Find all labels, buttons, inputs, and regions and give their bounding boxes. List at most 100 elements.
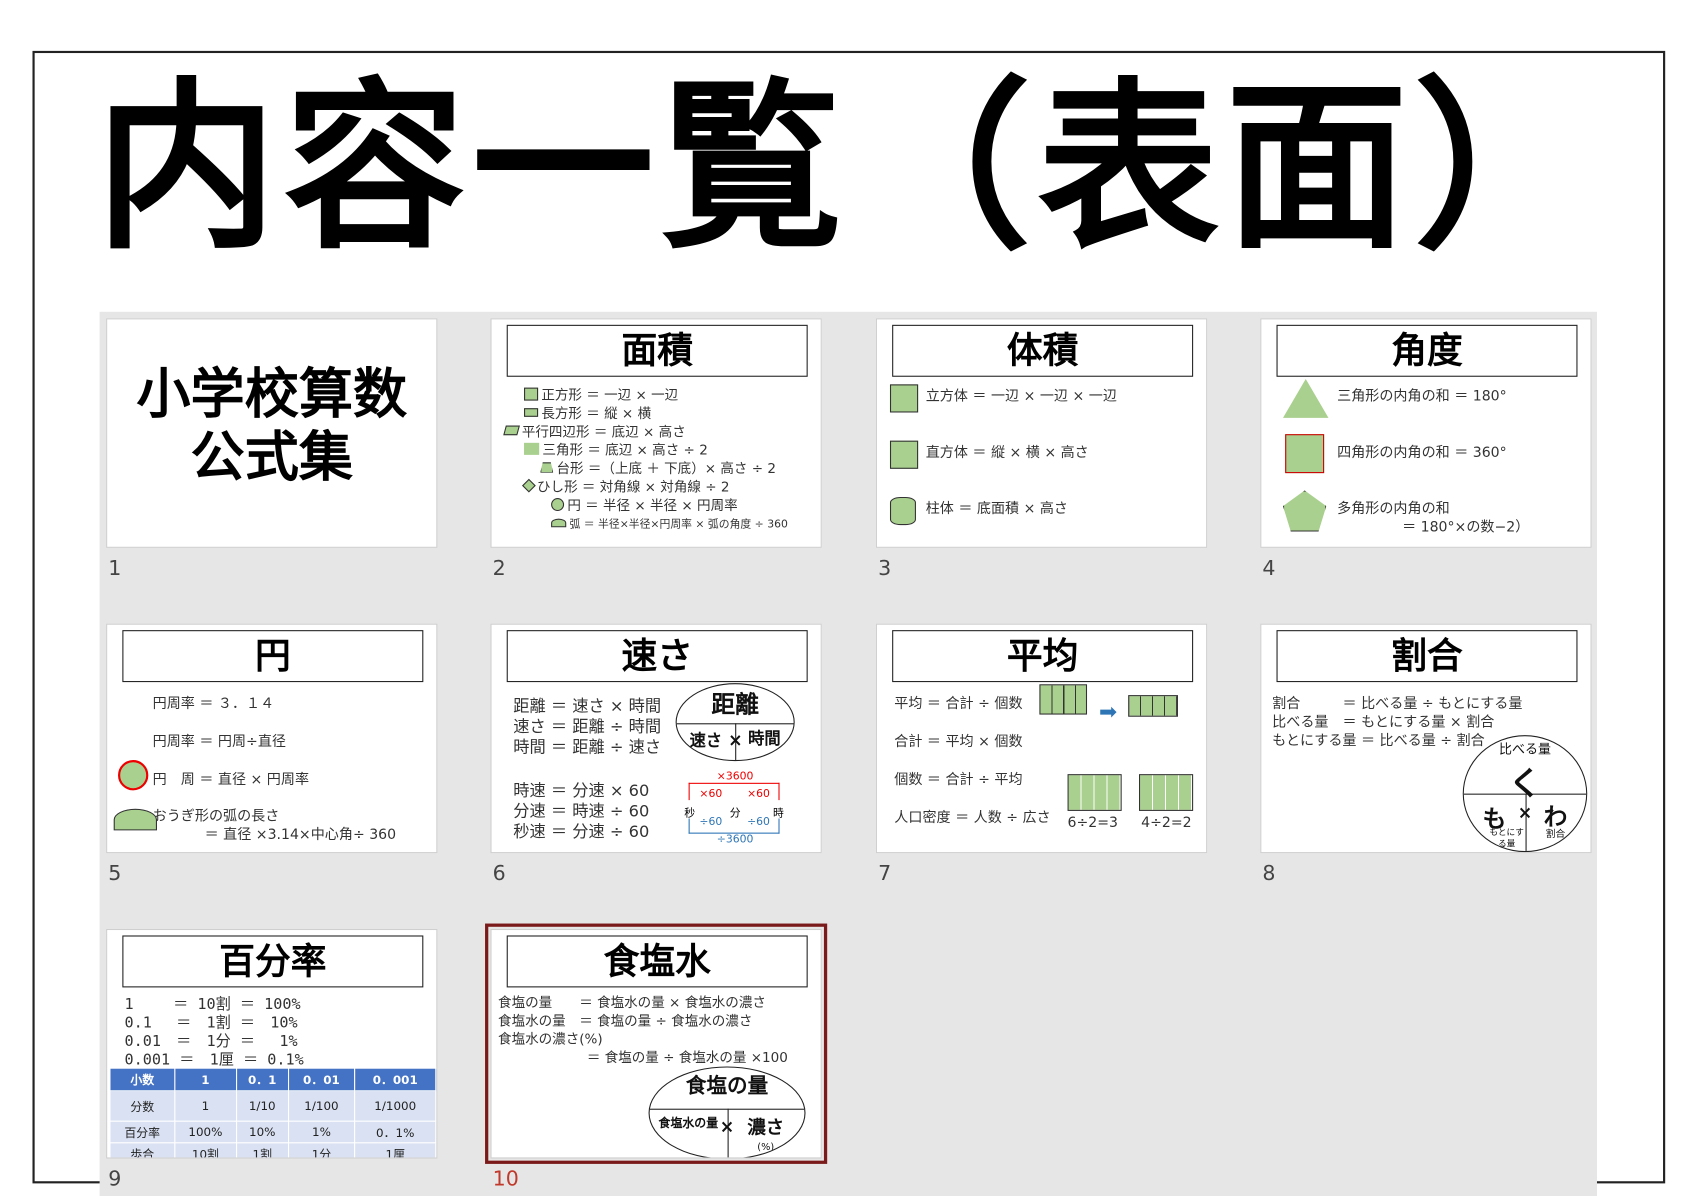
square-icon: [1285, 434, 1325, 474]
formula-circle-diagram: 距離 速さ 時間 ×: [675, 683, 795, 762]
slide-number: 4: [1262, 556, 1276, 581]
formula-list: 正方形 ＝ 一辺 × 一辺 長方形 ＝ 縦 × 横平行四辺形 ＝ 底辺 × 高さ三…: [503, 384, 788, 531]
slide-thumbnail-2[interactable]: 面積正方形 ＝ 一辺 × 一辺 長方形 ＝ 縦 × 横平行四辺形 ＝ 底辺 × 高…: [490, 318, 822, 548]
formula-text: 柱体 ＝ 底面積 × 高さ: [925, 501, 1069, 518]
table-cell: 分数: [109, 1090, 176, 1122]
formula-text: 合計 ＝ 平均 × 個数: [894, 734, 1023, 751]
pentagon-icon: [1282, 490, 1327, 532]
formula-text: 秒速 ＝ 分速 ÷ 60: [513, 821, 650, 842]
formula-line: 長方形 ＝ 縦 × 横: [524, 403, 761, 421]
formula-line: 秒速 ＝ 分速 ÷ 60: [513, 820, 649, 843]
formula-text: 距離 ＝ 速さ × 時間: [513, 696, 662, 716]
formula-line: 直方体 ＝ 縦 × 横 × 高さ: [926, 441, 1089, 461]
example-label: 6÷2=3: [1067, 815, 1119, 832]
table-cell: 1/100: [287, 1090, 356, 1122]
shape-icon: [551, 497, 565, 511]
formula-line: 時速 ＝ 分速 × 60: [513, 778, 649, 801]
multiply-icon: ×: [1517, 802, 1533, 824]
formula-text: 立方体 ＝ 一辺 × 一辺 × 一辺: [925, 388, 1117, 405]
table-cell: 0．1%: [354, 1120, 437, 1144]
formula-text: ＝ 180°×の数−2）: [1402, 519, 1530, 536]
slide-thumbnail-10[interactable]: 食塩水 食塩の量 ＝ 食塩水の量 × 食塩水の濃さ 食塩水の量 ＝ 食塩の量 ÷ 食…: [485, 923, 828, 1164]
formula-text: ＝ 食塩の量 ÷ 食塩水の量 ×100: [586, 1049, 788, 1066]
formula-text: 個数 ＝ 合計 ÷ 平均: [894, 771, 1023, 789]
slide-thumbnail-5[interactable]: 円円周率 ＝ ３．１４ 円周率 ＝ 円周÷直径円 周 ＝ 直径 × 円周率 おうぎ形…: [106, 623, 438, 854]
formula-line: 平均 ＝ 合計 ÷ 個数: [894, 692, 1022, 712]
slide-thumbnail-6[interactable]: 速さ距離 ＝ 速さ × 時間 速さ ＝ 距離 ÷ 時間 時間 ＝ 距離 ÷ 速さ 時速…: [490, 623, 822, 854]
cylinder-icon: [889, 496, 916, 526]
slide-thumbnail-4[interactable]: 角度 三角形の内角の和 ＝ 180° 四角形の内角の和 ＝ 360° 多角形の内角の和…: [1260, 318, 1592, 548]
slide-thumbnail-7[interactable]: 平均平均 ＝ 合計 ÷ 個数 合計 ＝ 平均 × 個数 個数 ＝ 合計 ÷ 平均人口…: [875, 623, 1208, 854]
formula-line: 平行四辺形 ＝ 底辺 × 高さ: [503, 421, 742, 440]
slide-thumbnail-1[interactable]: 小学校算数 公式集: [106, 318, 438, 548]
slide-sorter-panel[interactable]: 小学校算数 公式集 1 面積 正方形 ＝ 一辺 × 一辺 長方形 ＝ 縦 × 横平行四辺…: [99, 311, 1597, 1196]
circle-right: 時間: [748, 728, 781, 749]
slide-number: 9: [108, 1167, 122, 1191]
table-cell: 10%: [235, 1120, 289, 1144]
slide-thumbnail-9[interactable]: 百分率 1 ＝ 10割 ＝ 100% 0.1 ＝ 1割 ＝ 10% 0.01 ＝ 1分…: [106, 928, 438, 1159]
formula-text: 円 周 ＝ 直径 × 円周率: [152, 771, 310, 789]
circle-left: 食塩水の量: [658, 1116, 719, 1131]
population-grid-icon: [1067, 774, 1122, 811]
conversion-arrow-bottom: [688, 818, 780, 834]
table-row: 分数 1 1/10 1/100 1/1000: [109, 1090, 437, 1122]
formula-line: ＝ 食塩の量 ÷ 食塩水の量 ×100: [587, 1046, 788, 1067]
formula-line: 円 ＝ 半径 × 半径 × 円周率: [551, 495, 788, 513]
multiply-icon: ×: [719, 1115, 735, 1137]
table-cell: 1/1000: [354, 1090, 437, 1122]
table-row: 小数 1 0．1 0．01 0．001: [109, 1067, 437, 1092]
formula-text: 四角形の内角の和 ＝ 360°: [1337, 444, 1507, 462]
formula-line: 分速 ＝ 時速 ÷ 60: [513, 799, 649, 822]
cuboid-icon: [889, 440, 919, 469]
slide-thumbnail-3[interactable]: 体積 立方体 ＝ 一辺 × 一辺 × 一辺 直方体 ＝ 縦 × 横 × 高さ 柱体 ＝…: [875, 318, 1208, 548]
unit-label: 時: [773, 807, 784, 820]
slide-title: 百分率: [122, 935, 424, 988]
shape-icon: [524, 407, 539, 417]
slide-title: 面積: [506, 324, 808, 377]
cube-icon: [889, 384, 919, 413]
formula-line: 円 周 ＝ 直径 × 円周率: [152, 768, 310, 789]
formula-line: 三角形 ＝ 底辺 × 高さ ÷ 2: [524, 440, 761, 458]
block-grid-icon: [1128, 695, 1178, 717]
formula-line: 人口密度 ＝ 人数 ÷ 広さ: [894, 806, 1050, 826]
formula-text: 速さ ＝ 距離 ÷ 時間: [513, 716, 662, 737]
formula-line: 四角形の内角の和 ＝ 360°: [1337, 441, 1507, 462]
formula-line: 正方形 ＝ 一辺 × 一辺: [524, 384, 761, 403]
slide-title: 速さ: [506, 630, 808, 683]
slide-number: 8: [1262, 861, 1276, 886]
formula-circle-diagram: くもわ × 比べる量 もとにする量 割合: [1462, 735, 1588, 853]
shape-icon: [551, 518, 567, 527]
formula-line: 台形 ＝（上底 ＋ 下底）× 高さ ÷ 2: [540, 458, 777, 476]
conversion-arrow-top: [688, 782, 780, 801]
block-grid-icon: [1039, 684, 1088, 715]
formula-line: 合計 ＝ 平均 × 個数: [894, 730, 1023, 751]
arrow-right-icon: ➡: [1098, 698, 1118, 725]
slide-thumbnail-8[interactable]: 割合 割合 ＝ 比べる量 ÷ もとにする量 比べる量 ＝ もとにする量 × 割合 もと…: [1260, 623, 1592, 854]
slide-title: 平均: [892, 630, 1194, 683]
formula-line: 弧 ＝ 半径×半径×円周率 × 弧の角度 ÷ 360: [551, 513, 788, 531]
slide-number: 5: [108, 861, 122, 886]
formula-text: もとにする量 ＝ 比べる量 ÷ 割合: [1272, 732, 1485, 750]
cover-title: 小学校算数 公式集: [136, 362, 408, 489]
table-cell: 1%: [287, 1120, 356, 1144]
circle-top-label: 比べる量: [1498, 741, 1551, 757]
table-cell: 百分率: [109, 1120, 176, 1144]
table-cell: 1分: [287, 1142, 356, 1158]
circle-icon: [118, 760, 149, 791]
formula-line: 時間 ＝ 距離 ÷ 速さ: [513, 735, 661, 758]
triangle-icon: [1282, 378, 1329, 418]
formula-text: 分速 ＝ 時速 ÷ 60: [513, 801, 650, 821]
slide-overview-page: 内容一覧（表面） 小学校算数 公式集 1 面積 正方形 ＝ 一辺 × 一辺 長方形 ＝ …: [0, 0, 1689, 1196]
shape-icon: [522, 478, 536, 493]
table-row: 歩合 10割 1割 1分 1厘: [109, 1142, 437, 1158]
circle-right: 濃さ: [747, 1117, 785, 1140]
circle-top: 距離: [711, 692, 759, 720]
formula-line: 0.001 ＝ 1厘 ＝ 0.1%: [125, 1048, 304, 1070]
slide-number: 3: [878, 556, 892, 581]
slide-number: 7: [878, 861, 892, 886]
unit-label: ×3600: [716, 770, 754, 783]
formula-line: 柱体 ＝ 底面積 × 高さ: [925, 497, 1069, 518]
table-cell: 1厘: [354, 1142, 437, 1158]
formula-line: 円周率 ＝ ３．１４: [153, 692, 275, 712]
formula-text: 時間 ＝ 距離 ÷ 速さ: [513, 737, 662, 757]
